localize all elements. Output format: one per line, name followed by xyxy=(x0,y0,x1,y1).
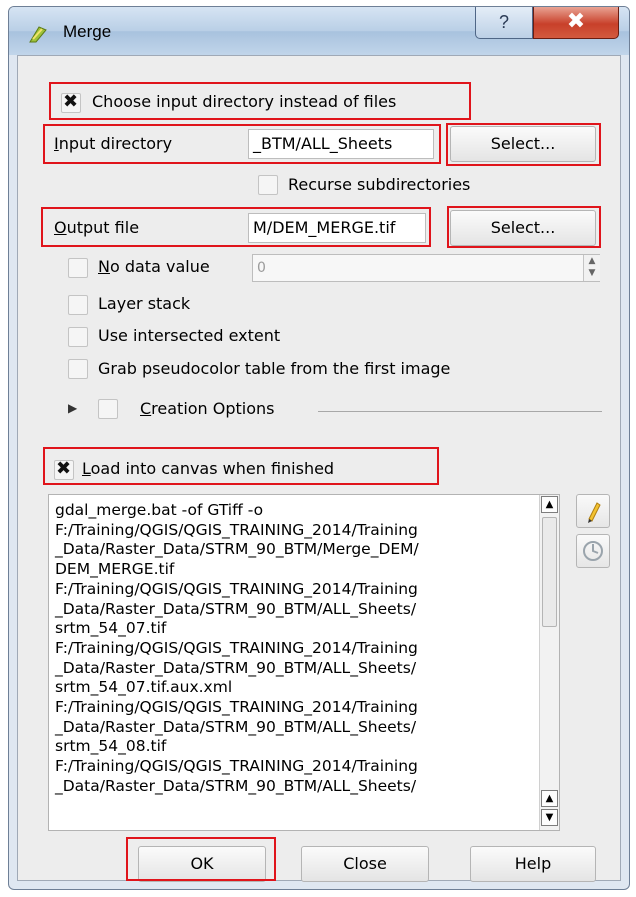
ok-button[interactable]: OK xyxy=(138,846,266,882)
scroll-up-icon[interactable]: ▲ xyxy=(541,496,558,513)
input-dir-label: Input directory xyxy=(54,134,173,153)
load-canvas-label: Load into canvas when finished xyxy=(82,459,335,478)
merge-dialog: Merge ? ✖ Choose input directory instead… xyxy=(8,6,630,890)
creation-options-label-rest: reation Options xyxy=(151,399,275,418)
layer-stack-label: Layer stack xyxy=(98,294,191,313)
help-glyph: ? xyxy=(498,12,509,32)
reset-command-button[interactable] xyxy=(576,534,610,568)
pseudocolor-label: Grab pseudocolor table from the first im… xyxy=(98,359,451,378)
intersected-checkbox[interactable] xyxy=(68,327,88,347)
scroll-down-icon[interactable]: ▼ xyxy=(541,809,558,826)
nodata-label: No data value xyxy=(98,257,210,276)
creation-options-divider xyxy=(318,411,602,412)
qgis-tool-icon xyxy=(29,26,47,43)
creation-options-label: Creation Options xyxy=(140,399,275,418)
select-input-button[interactable]: Select... xyxy=(450,126,596,162)
pencil-icon xyxy=(588,502,601,523)
recurse-label: Recurse subdirectories xyxy=(288,175,471,194)
command-text: gdal_merge.bat -of GTiff -o F:/Training/… xyxy=(55,501,419,795)
load-canvas-checkbox[interactable] xyxy=(54,458,74,480)
dialog-title: Merge xyxy=(63,22,112,41)
load-canvas-label-rest: oad into canvas when finished xyxy=(90,459,335,478)
output-file-field[interactable]: M/DEM_MERGE.tif xyxy=(248,213,426,243)
scroll-up-icon-lower[interactable]: ▲ xyxy=(541,790,558,807)
title-bar[interactable]: Merge ? ✖ xyxy=(9,7,629,55)
dialog-body: Choose input directory instead of files … xyxy=(17,55,621,882)
layer-stack-checkbox[interactable] xyxy=(68,295,88,315)
select-output-button[interactable]: Select... xyxy=(450,210,596,246)
spin-arrows-icon[interactable]: ▲ ▼ xyxy=(583,255,600,281)
recurse-checkbox[interactable] xyxy=(258,175,278,195)
creation-options-checkbox[interactable] xyxy=(98,399,118,419)
close-button[interactable]: Close xyxy=(301,846,429,882)
choose-dir-checkbox[interactable] xyxy=(61,91,81,113)
expand-arrow-icon[interactable]: ▶ xyxy=(68,401,77,415)
nodata-checkbox[interactable] xyxy=(68,258,88,278)
intersected-label: Use intersected extent xyxy=(98,326,281,345)
close-window-button[interactable]: ✖ xyxy=(533,7,619,39)
help-icon[interactable]: ? xyxy=(475,7,533,39)
scroll-thumb[interactable] xyxy=(542,517,557,627)
close-icon: ✖ xyxy=(566,9,586,34)
vertical-scrollbar[interactable]: ▲ ▲ ▼ xyxy=(539,495,559,830)
edit-command-button[interactable] xyxy=(576,494,610,528)
reset-icon xyxy=(583,541,603,561)
choose-dir-label: Choose input directory instead of files xyxy=(92,92,397,111)
help-button[interactable]: Help xyxy=(470,846,596,882)
input-dir-field[interactable]: _BTM/ALL_Sheets xyxy=(248,129,434,159)
output-file-label: Output file xyxy=(54,218,140,237)
output-file-label-rest: utput file xyxy=(66,218,140,237)
pseudocolor-checkbox[interactable] xyxy=(68,359,88,379)
nodata-spinbox[interactable]: 0 xyxy=(252,254,600,282)
command-text-area[interactable]: gdal_merge.bat -of GTiff -o F:/Training/… xyxy=(48,494,560,831)
nodata-label-rest: o data value xyxy=(109,257,210,276)
input-dir-label-rest: nput directory xyxy=(58,134,173,153)
